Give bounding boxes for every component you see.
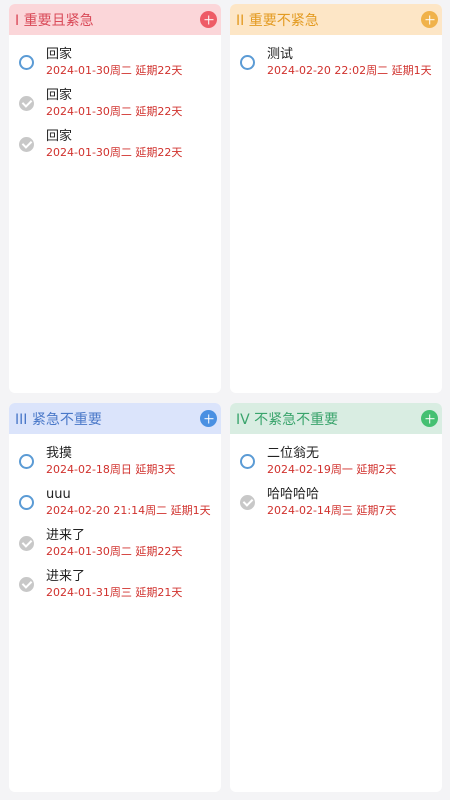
task-title: uuu xyxy=(46,487,71,502)
task-due-date: 2024-02-18周日 延期3天 xyxy=(46,463,176,476)
task-item[interactable]: 进来了 2024-01-31周三 延期21天 xyxy=(9,565,221,606)
task-item[interactable]: uuu 2024-02-20 21:14周二 延期1天 xyxy=(9,483,221,524)
task-due-date: 2024-01-30周二 延期22天 xyxy=(46,64,183,77)
task-list: 测试 2024-02-20 22:02周二 延期1天 xyxy=(230,35,442,84)
checkbox-unchecked-icon[interactable] xyxy=(240,55,255,70)
quadrant-title: III 紧急不重要 xyxy=(15,411,102,428)
task-list: 回家 2024-01-30周二 延期22天 回家 2024-01-30周二 延期… xyxy=(9,35,221,166)
task-item[interactable]: 回家 2024-01-30周二 延期22天 xyxy=(9,84,221,125)
quadrant-urgent-not-important: III 紧急不重要 我摸 2024-02-18周日 延期3天 uuu 2024-… xyxy=(9,403,221,792)
checkbox-checked-icon[interactable] xyxy=(19,536,34,551)
add-task-button[interactable] xyxy=(200,410,217,427)
task-title: 测试 xyxy=(267,47,294,62)
quadrant-title: IV 不紧急不重要 xyxy=(236,411,339,428)
quadrant-header: IV 不紧急不重要 xyxy=(230,403,442,434)
task-title: 哈哈哈哈 xyxy=(267,487,320,502)
task-title: 回家 xyxy=(46,47,73,62)
quadrant-not-urgent-not-important: IV 不紧急不重要 二位翁无 2024-02-19周一 延期2天 哈哈哈哈 20… xyxy=(230,403,442,792)
task-item[interactable]: 进来了 2024-01-30周二 延期22天 xyxy=(9,524,221,565)
add-task-button[interactable] xyxy=(421,410,438,427)
task-title: 回家 xyxy=(46,88,73,103)
task-title: 回家 xyxy=(46,129,73,144)
task-item[interactable]: 回家 2024-01-30周二 延期22天 xyxy=(9,43,221,84)
checkbox-checked-icon[interactable] xyxy=(240,495,255,510)
checkbox-unchecked-icon[interactable] xyxy=(240,454,255,469)
quadrant-title: I 重要且紧急 xyxy=(15,12,94,29)
task-due-date: 2024-01-30周二 延期22天 xyxy=(46,545,183,558)
checkbox-checked-icon[interactable] xyxy=(19,96,34,111)
task-due-date: 2024-01-30周二 延期22天 xyxy=(46,105,183,118)
task-item[interactable]: 我摸 2024-02-18周日 延期3天 xyxy=(9,442,221,483)
task-item[interactable]: 测试 2024-02-20 22:02周二 延期1天 xyxy=(230,43,442,84)
task-title: 二位翁无 xyxy=(267,446,320,461)
task-title: 进来了 xyxy=(46,528,86,543)
task-title: 我摸 xyxy=(46,446,73,461)
task-due-date: 2024-02-19周一 延期2天 xyxy=(267,463,397,476)
checkbox-unchecked-icon[interactable] xyxy=(19,495,34,510)
quadrant-header: II 重要不紧急 xyxy=(230,4,442,35)
task-due-date: 2024-01-31周三 延期21天 xyxy=(46,586,183,599)
quadrant-important-not-urgent: II 重要不紧急 测试 2024-02-20 22:02周二 延期1天 xyxy=(230,4,442,393)
task-due-date: 2024-01-30周二 延期22天 xyxy=(46,146,183,159)
add-task-button[interactable] xyxy=(421,11,438,28)
checkbox-checked-icon[interactable] xyxy=(19,137,34,152)
task-title: 进来了 xyxy=(46,569,86,584)
task-due-date: 2024-02-20 21:14周二 延期1天 xyxy=(46,504,211,517)
task-due-date: 2024-02-20 22:02周二 延期1天 xyxy=(267,64,432,77)
task-list: 我摸 2024-02-18周日 延期3天 uuu 2024-02-20 21:1… xyxy=(9,434,221,606)
checkbox-checked-icon[interactable] xyxy=(19,577,34,592)
quadrant-header: I 重要且紧急 xyxy=(9,4,221,35)
task-due-date: 2024-02-14周三 延期7天 xyxy=(267,504,397,517)
task-item[interactable]: 哈哈哈哈 2024-02-14周三 延期7天 xyxy=(230,483,442,524)
checkbox-unchecked-icon[interactable] xyxy=(19,454,34,469)
add-task-button[interactable] xyxy=(200,11,217,28)
task-list: 二位翁无 2024-02-19周一 延期2天 哈哈哈哈 2024-02-14周三… xyxy=(230,434,442,524)
quadrant-important-urgent: I 重要且紧急 回家 2024-01-30周二 延期22天 回家 2024-01… xyxy=(9,4,221,393)
quadrant-grid: I 重要且紧急 回家 2024-01-30周二 延期22天 回家 2024-01… xyxy=(0,0,450,800)
quadrant-title: II 重要不紧急 xyxy=(236,12,319,29)
task-item[interactable]: 回家 2024-01-30周二 延期22天 xyxy=(9,125,221,166)
quadrant-header: III 紧急不重要 xyxy=(9,403,221,434)
task-item[interactable]: 二位翁无 2024-02-19周一 延期2天 xyxy=(230,442,442,483)
checkbox-unchecked-icon[interactable] xyxy=(19,55,34,70)
